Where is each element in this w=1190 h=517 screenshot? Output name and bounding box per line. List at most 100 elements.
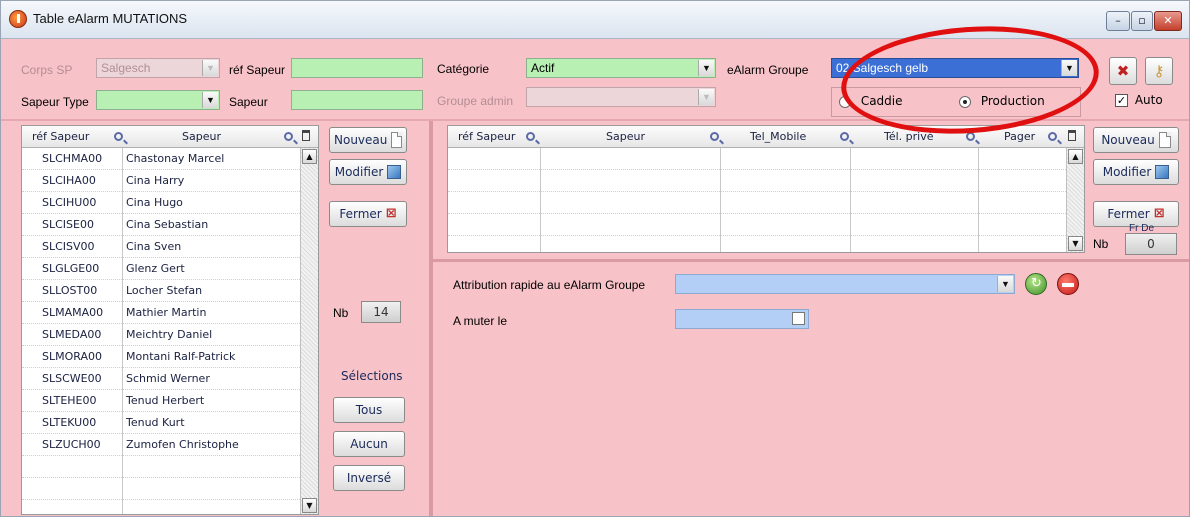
left-nouveau-button[interactable]: Nouveau xyxy=(329,127,407,153)
scroll-down-arrow[interactable]: ▼ xyxy=(1068,236,1083,251)
search-icon[interactable] xyxy=(526,130,535,144)
corps-sp-select[interactable]: Salgesch ▼ xyxy=(96,58,220,78)
table-row[interactable]: SLMEDA00 Meichtry Daniel xyxy=(22,324,318,346)
refresh-icon: ↻ xyxy=(1031,276,1042,291)
table-row[interactable]: SLLOST00 Locher Stefan xyxy=(22,280,318,302)
table-row[interactable]: SLCISV00 Cina Sven xyxy=(22,236,318,258)
table-row[interactable] xyxy=(22,478,318,500)
left-modifier-label: Modifier xyxy=(334,165,384,179)
table-row[interactable] xyxy=(22,456,318,478)
sapeur-input[interactable] xyxy=(291,90,423,110)
col-tel-prive[interactable]: Tél. privé xyxy=(884,130,934,143)
radio-caddie[interactable]: Caddie xyxy=(839,94,903,108)
right-mutation-grid[interactable]: réf Sapeur Sapeur Tel_Mobile Tél. privé … xyxy=(447,125,1085,253)
trash-icon[interactable] xyxy=(302,130,310,144)
key-button[interactable]: ⚷ xyxy=(1145,57,1173,85)
col-sapeur[interactable]: Sapeur xyxy=(182,130,221,143)
sapeur-cell: Cina Harry xyxy=(126,174,185,187)
attribution-select[interactable]: ▼ xyxy=(675,274,1015,294)
col-ref-sapeur[interactable]: réf Sapeur xyxy=(32,130,89,143)
app-icon xyxy=(9,10,27,28)
remove-button[interactable] xyxy=(1057,273,1079,295)
left-nb-label: Nb xyxy=(333,306,349,320)
left-grid-scrollbar[interactable]: ▲ ▼ xyxy=(300,148,318,514)
trash-icon[interactable] xyxy=(1068,130,1076,144)
table-row[interactable]: SLZUCH00 Zumofen Christophe xyxy=(22,434,318,456)
close-icon: ⊠ xyxy=(1153,206,1165,221)
pane-splitter[interactable] xyxy=(429,121,433,516)
groupe-admin-select[interactable]: ▼ xyxy=(526,87,716,107)
col-pager[interactable]: Pager xyxy=(1004,130,1035,143)
inverse-button[interactable]: Inversé xyxy=(333,465,405,491)
ealarm-groupe-select[interactable]: 02 Salgesch gelb ▼ xyxy=(831,58,1079,78)
left-sapeur-grid[interactable]: réf Sapeur Sapeur SLCHMA00 Chastonay Marc… xyxy=(21,125,319,515)
right-grid-scrollbar[interactable]: ▲ ▼ xyxy=(1066,148,1084,252)
search-icon[interactable] xyxy=(114,130,123,144)
table-row[interactable]: SLSCWE00 Schmid Werner xyxy=(22,368,318,390)
close-button[interactable]: ✕ xyxy=(1154,11,1182,31)
cancel-x-button[interactable]: ✖ xyxy=(1109,57,1137,85)
scroll-up-arrow[interactable]: ▲ xyxy=(302,149,317,164)
right-fermer-label: Fermer xyxy=(1107,207,1150,221)
corps-sp-value: Salgesch xyxy=(101,61,151,75)
table-row[interactable]: SLGLGE00 Glenz Gert xyxy=(22,258,318,280)
right-pane-divider[interactable] xyxy=(433,259,1189,262)
search-icon[interactable] xyxy=(966,130,975,144)
table-row[interactable]: SLTEKU00 Tenud Kurt xyxy=(22,412,318,434)
categorie-select[interactable]: Actif ▼ xyxy=(526,58,716,78)
edit-icon xyxy=(387,165,402,179)
left-modifier-button[interactable]: Modifier xyxy=(329,159,407,185)
table-row[interactable]: SLCIHA00 Cina Harry xyxy=(22,170,318,192)
maximize-button[interactable]: ▫ xyxy=(1131,11,1153,31)
table-row[interactable] xyxy=(448,148,1084,170)
search-icon[interactable] xyxy=(710,130,719,144)
table-row[interactable] xyxy=(448,192,1084,214)
filter-divider xyxy=(1,119,1189,121)
auto-checkbox[interactable]: ✓ Auto xyxy=(1115,93,1163,107)
apply-button[interactable]: ↻ xyxy=(1025,273,1047,295)
scroll-down-arrow[interactable]: ▼ xyxy=(302,498,317,513)
ref-sapeur-input[interactable] xyxy=(291,58,423,78)
table-row[interactable]: SLCHMA00 Chastonay Marcel xyxy=(22,148,318,170)
ref-sapeur-cell: SLGLGE00 xyxy=(42,262,100,275)
left-fermer-button[interactable]: Fermer ⊠ xyxy=(329,201,407,227)
minimize-button[interactable]: – xyxy=(1106,11,1130,31)
search-icon[interactable] xyxy=(840,130,849,144)
sapeur-cell: Meichtry Daniel xyxy=(126,328,213,341)
right-nouveau-button[interactable]: Nouveau xyxy=(1093,127,1179,153)
table-row[interactable]: SLMAMA00 Mathier Martin xyxy=(22,302,318,324)
a-muter-date-input[interactable] xyxy=(675,309,809,329)
scroll-up-arrow[interactable]: ▲ xyxy=(1068,149,1083,164)
sapeur-type-select[interactable]: ▼ xyxy=(96,90,220,110)
edit-icon xyxy=(1155,165,1170,179)
table-row[interactable]: SLCISE00 Cina Sebastian xyxy=(22,214,318,236)
tous-button[interactable]: Tous xyxy=(333,397,405,423)
search-icon[interactable] xyxy=(284,130,293,144)
search-icon[interactable] xyxy=(1048,130,1057,144)
left-fermer-label: Fermer xyxy=(339,207,382,221)
table-row[interactable]: SLMORA00 Montani Ralf-Patrick xyxy=(22,346,318,368)
table-row[interactable] xyxy=(448,170,1084,192)
col-tel-mobile[interactable]: Tel_Mobile xyxy=(750,130,806,143)
table-row[interactable]: SLTEHE00 Tenud Herbert xyxy=(22,390,318,412)
table-row[interactable] xyxy=(448,214,1084,236)
window-title: Table eAlarm MUTATIONS xyxy=(33,11,188,26)
sapeur-cell: Zumofen Christophe xyxy=(126,438,239,451)
corps-sp-label: Corps SP xyxy=(21,63,73,77)
ref-sapeur-cell: SLCHMA00 xyxy=(42,152,103,165)
right-modifier-button[interactable]: Modifier xyxy=(1093,159,1179,185)
sapeur-cell: Glenz Gert xyxy=(126,262,185,275)
sapeur-cell: Cina Sven xyxy=(126,240,182,253)
col-ref-sapeur[interactable]: réf Sapeur xyxy=(458,130,515,143)
sapeur-cell: Locher Stefan xyxy=(126,284,203,297)
radio-caddie-label: Caddie xyxy=(860,94,903,108)
right-grid-header: réf Sapeur Sapeur Tel_Mobile Tél. privé … xyxy=(448,126,1084,148)
ref-sapeur-cell: SLZUCH00 xyxy=(42,438,101,451)
radio-production[interactable]: Production xyxy=(959,94,1045,108)
col-sapeur[interactable]: Sapeur xyxy=(606,130,645,143)
calendar-icon[interactable] xyxy=(792,312,805,325)
ref-sapeur-cell: SLMAMA00 xyxy=(42,306,104,319)
right-modifier-label: Modifier xyxy=(1102,165,1152,179)
table-row[interactable]: SLCIHU00 Cina Hugo xyxy=(22,192,318,214)
aucun-button[interactable]: Aucun xyxy=(333,431,405,457)
